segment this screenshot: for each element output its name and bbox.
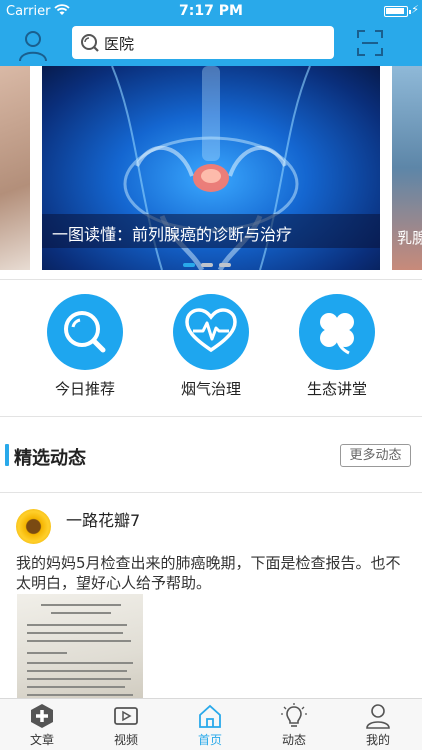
quick-item-label: 生态讲堂 bbox=[306, 380, 367, 398]
plus-cross-icon bbox=[31, 704, 53, 728]
battery-icon bbox=[384, 6, 411, 17]
quick-menu: 今日推荐 烟气治理 生态讲堂 bbox=[0, 294, 422, 404]
banner-slide[interactable]: 一图读懂：前列腺癌的诊断与治疗 bbox=[42, 66, 380, 270]
profile-button[interactable] bbox=[16, 28, 50, 62]
banner-carousel[interactable]: 一图读懂：前列腺癌的诊断与治疗 乳腺 bbox=[0, 66, 422, 278]
search-bar[interactable]: 医院 bbox=[72, 26, 334, 59]
tab-label: 文章 bbox=[29, 733, 54, 747]
quick-icon-circle bbox=[299, 294, 375, 370]
tab-feed[interactable]: 动态 bbox=[252, 703, 336, 748]
section-title: 精选动态 bbox=[14, 448, 86, 469]
top-bar: Carrier 7:17 PM ⚡ 医院 bbox=[0, 0, 422, 66]
post-text[interactable]: 我的妈妈5月检查出来的肺癌晚期，下面是检查报告。也不太明白，望好心人给予帮助。 bbox=[16, 553, 408, 593]
status-time: 7:17 PM bbox=[179, 3, 243, 19]
search-input[interactable]: 医院 bbox=[104, 33, 134, 54]
heartbeat-icon bbox=[185, 308, 237, 353]
quick-item-recommend[interactable]: 今日推荐 bbox=[30, 294, 140, 399]
tab-videos[interactable]: 视频 bbox=[84, 703, 168, 748]
tab-label: 我的 bbox=[365, 733, 390, 747]
clover-icon bbox=[320, 313, 354, 355]
search-icon bbox=[64, 311, 106, 353]
video-icon bbox=[114, 707, 138, 725]
lightbulb-icon bbox=[281, 703, 307, 727]
banner-caption-bar: 一图读懂：前列腺癌的诊断与治疗 bbox=[42, 214, 380, 248]
divider bbox=[0, 492, 422, 493]
tab-articles[interactable]: 文章 bbox=[0, 703, 84, 748]
quick-icon-circle bbox=[47, 294, 123, 370]
quick-item-smoke[interactable]: 烟气治理 bbox=[156, 294, 266, 399]
tab-label: 动态 bbox=[281, 733, 306, 747]
home-icon bbox=[199, 704, 221, 728]
status-bar: Carrier 7:17 PM ⚡ bbox=[0, 0, 422, 22]
app-screen: Carrier 7:17 PM ⚡ 医院 一图读懂：前列腺癌的诊断与治疗 乳腺 … bbox=[0, 0, 422, 750]
quick-item-label: 今日推荐 bbox=[54, 380, 115, 398]
carousel-dot[interactable] bbox=[183, 263, 195, 267]
carousel-dots[interactable] bbox=[183, 252, 237, 271]
banner-caption: 一图读懂：前列腺癌的诊断与治疗 bbox=[52, 225, 293, 244]
divider bbox=[0, 279, 422, 280]
bottom-tab-bar: 文章 视频 首页 动态 我的 bbox=[0, 698, 422, 750]
banner-slide-prev[interactable] bbox=[0, 66, 30, 270]
avatar[interactable] bbox=[16, 509, 51, 544]
tab-mine[interactable]: 我的 bbox=[336, 703, 420, 748]
scan-button[interactable] bbox=[356, 29, 384, 57]
post-username[interactable]: 一路花瓣7 bbox=[66, 507, 140, 531]
tab-label: 视频 bbox=[113, 733, 138, 747]
quick-item-label: 烟气治理 bbox=[180, 380, 241, 398]
banner-slide-next[interactable]: 乳腺 bbox=[392, 66, 422, 270]
section-accent-bar bbox=[5, 444, 9, 466]
divider bbox=[0, 416, 422, 417]
more-posts-button[interactable]: 更多动态 bbox=[340, 444, 411, 467]
tab-label: 首页 bbox=[197, 733, 222, 747]
user-icon bbox=[366, 704, 390, 729]
post-image[interactable] bbox=[17, 594, 143, 704]
quick-item-lecture[interactable]: 生态讲堂 bbox=[282, 294, 392, 399]
carousel-dot[interactable] bbox=[219, 263, 231, 267]
tab-home[interactable]: 首页 bbox=[168, 703, 252, 748]
charging-icon: ⚡ bbox=[411, 3, 419, 16]
quick-icon-circle bbox=[173, 294, 249, 370]
banner-next-caption: 乳腺 bbox=[397, 229, 422, 247]
carousel-dot[interactable] bbox=[201, 263, 213, 267]
search-icon bbox=[81, 34, 99, 52]
